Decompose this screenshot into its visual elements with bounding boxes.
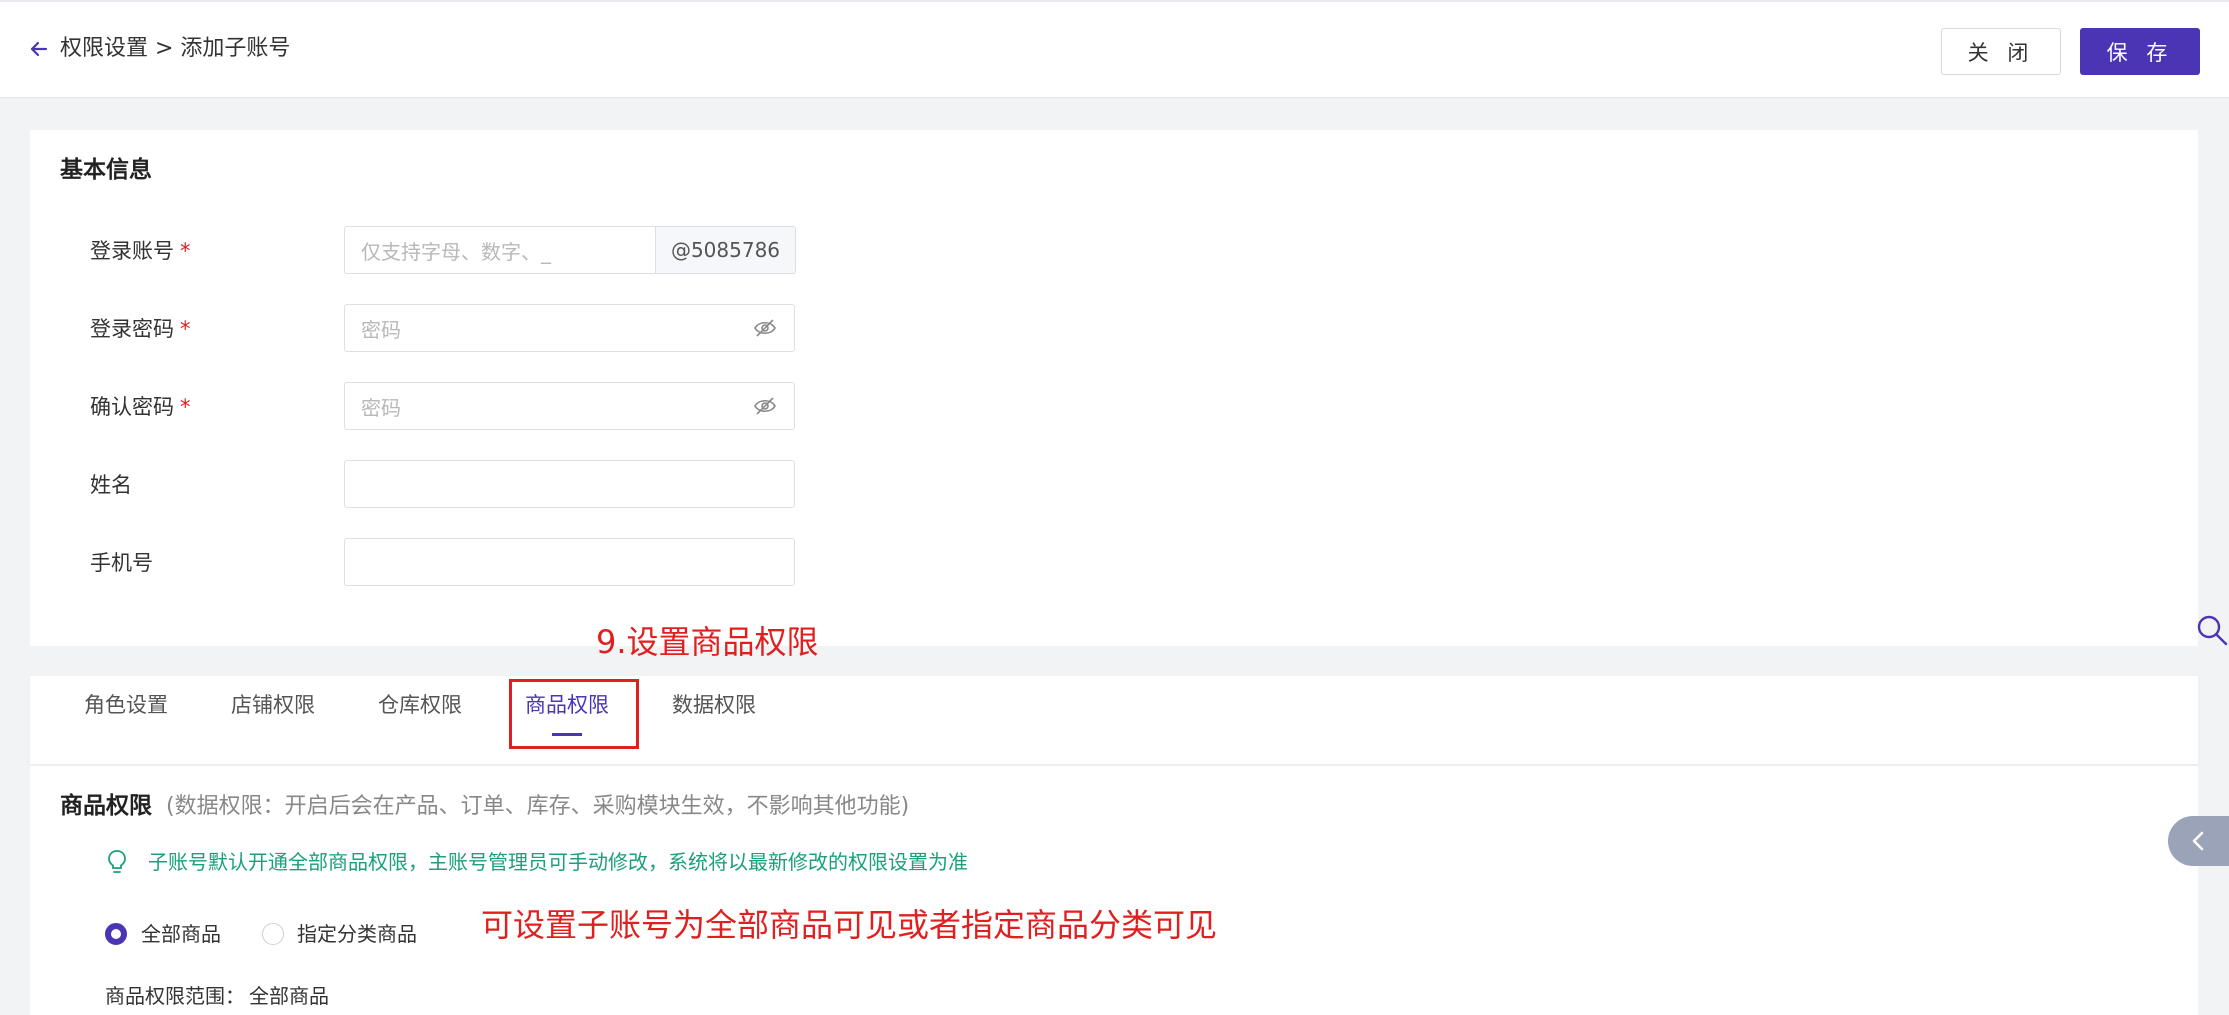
bulb-icon — [108, 850, 126, 873]
annotation-highlight-box — [509, 679, 639, 749]
required-mark: * — [180, 239, 191, 263]
eye-off-icon[interactable] — [753, 316, 777, 340]
tab-store-permissions[interactable]: 店铺权限 — [231, 690, 315, 720]
name-label: 姓名 — [90, 473, 132, 497]
product-permission-subtitle: (数据权限：开启后会在产品、订单、库存、采购模块生效，不影响其他功能) — [166, 794, 910, 819]
product-permission-title: 商品权限 (数据权限：开启后会在产品、订单、库存、采购模块生效，不影响其他功能) — [60, 793, 910, 819]
specific-category-label[interactable]: 指定分类商品 — [297, 920, 417, 948]
login-password-placeholder: 密码 — [361, 317, 401, 342]
chevron-left-icon — [2192, 831, 2203, 851]
confirm-password-label: 确认密码 * — [90, 395, 191, 419]
name-input[interactable] — [344, 460, 795, 508]
login-account-placeholder: 仅支持字母、数字、_ — [361, 239, 551, 264]
breadcrumb: 权限设置 > 添加子账号 — [60, 36, 291, 61]
confirm-password-placeholder: 密码 — [361, 395, 401, 420]
required-mark: * — [180, 395, 191, 419]
visibility-annotation: 可设置子账号为全部商品可见或者指定商品分类可见 — [481, 906, 1218, 944]
arrow-left-icon[interactable] — [28, 38, 50, 60]
confirm-password-input[interactable]: 密码 — [344, 382, 795, 430]
all-products-label[interactable]: 全部商品 — [141, 920, 221, 948]
login-account-label: 登录账号 * — [90, 239, 191, 263]
tab-role-settings[interactable]: 角色设置 — [84, 690, 168, 720]
required-mark: * — [180, 317, 191, 341]
permission-scope-value: 全部商品 — [249, 984, 329, 1008]
tab-warehouse-permissions[interactable]: 仓库权限 — [378, 690, 462, 720]
permission-scope: 商品权限范围： 全部商品 — [105, 982, 329, 1010]
login-password-label: 登录密码 * — [90, 317, 191, 341]
save-button[interactable]: 保 存 — [2080, 28, 2200, 75]
account-suffix: @5085786 — [656, 226, 796, 274]
all-products-radio[interactable] — [105, 923, 127, 945]
phone-label: 手机号 — [90, 551, 153, 575]
basic-info-title: 基本信息 — [60, 157, 152, 183]
eye-off-icon[interactable] — [753, 394, 777, 418]
tab-data-permissions[interactable]: 数据权限 — [672, 690, 756, 720]
close-button[interactable]: 关 闭 — [1941, 28, 2061, 75]
specific-category-radio[interactable] — [262, 923, 284, 945]
login-account-input[interactable]: 仅支持字母、数字、_ — [344, 226, 656, 274]
permission-scope-label: 商品权限范围： — [105, 984, 245, 1008]
phone-input[interactable] — [344, 538, 795, 586]
permission-hint: 子账号默认开通全部商品权限，主账号管理员可手动修改，系统将以最新修改的权限设置为… — [148, 850, 968, 874]
login-password-input[interactable]: 密码 — [344, 304, 795, 352]
search-icon[interactable] — [2196, 614, 2228, 646]
top-bar — [0, 0, 2229, 98]
collapse-panel-button[interactable] — [2168, 816, 2229, 866]
tabs-bar — [30, 676, 2198, 764]
step-annotation: 9.设置商品权限 — [596, 623, 819, 661]
